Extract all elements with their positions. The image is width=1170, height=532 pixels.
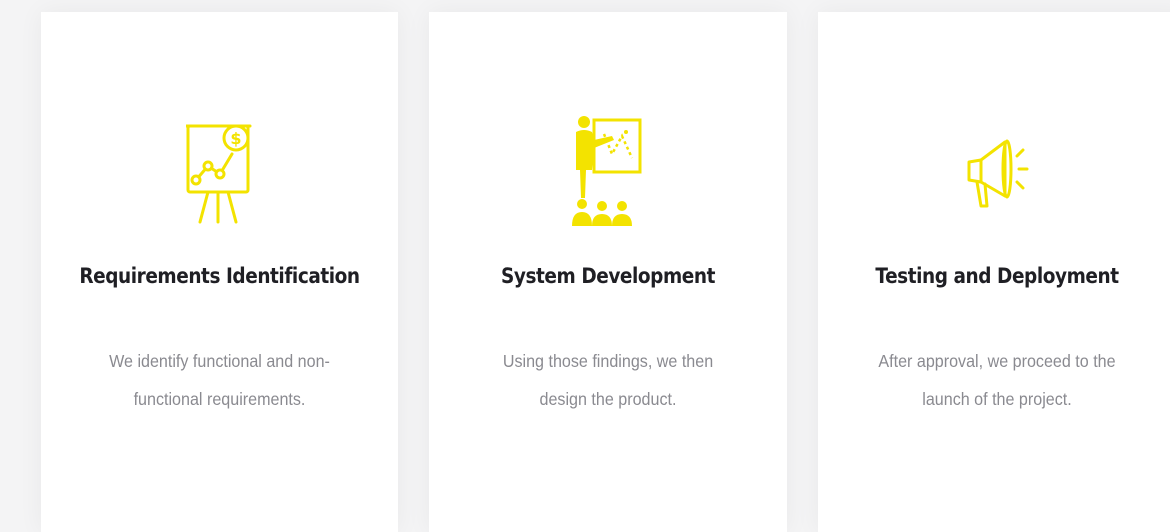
card-description: We identify functional and non-functiona…: [109, 351, 330, 409]
card-system-development: System Development Using those findings,…: [429, 12, 787, 532]
megaphone-icon: [818, 110, 1170, 230]
card-title: Requirements Identification: [79, 264, 360, 288]
card-title: Testing and Deployment: [875, 264, 1119, 288]
card-testing-and-deployment: Testing and Deployment After approval, w…: [818, 12, 1170, 532]
card-title: System Development: [500, 264, 715, 288]
card-description: After approval, we proceed to the launch…: [878, 351, 1116, 409]
card-requirements-identification: $ Requirements Identification We identif…: [41, 12, 398, 532]
presentation-chart-dollar-icon: $: [41, 110, 398, 230]
card-description: Using those findings, we then design the…: [502, 351, 714, 409]
process-cards: $ Requirements Identification We identif…: [0, 0, 1170, 532]
presenter-audience-icon: [429, 110, 787, 230]
svg-text:$: $: [230, 129, 241, 148]
